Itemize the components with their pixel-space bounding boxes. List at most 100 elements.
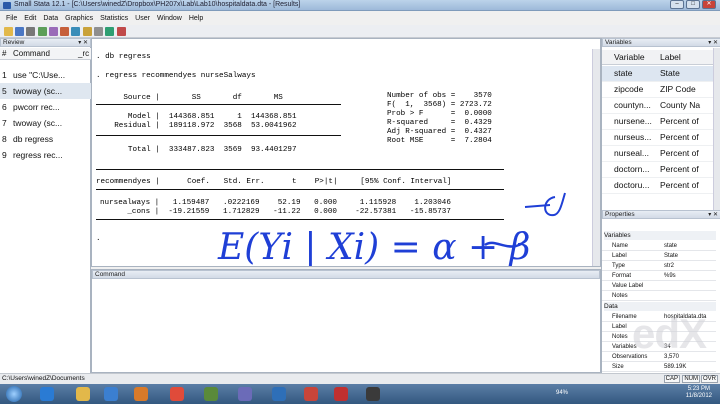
toolbar [0, 25, 720, 38]
model-stat: Root MSE = 7.2804 [387, 137, 492, 145]
firefox-icon[interactable] [134, 387, 148, 401]
pdf-icon[interactable] [334, 387, 348, 401]
review-item[interactable]: 9 regress rec... [0, 147, 91, 163]
app-icon[interactable] [204, 387, 218, 401]
powerpoint-icon[interactable] [304, 387, 318, 401]
title-bar: Small Stata 12.1 - [C:\Users\winedZ\Drop… [0, 0, 720, 11]
property-row: Size 589.19K [602, 362, 716, 372]
anova-row: Total | 333487.823 3569 93.4401297 [96, 146, 297, 154]
save-icon[interactable] [15, 27, 24, 36]
property-row: Name state [602, 241, 716, 251]
model-stat: F( 1, 3568) = 2723.72 [387, 101, 492, 109]
maximize-button[interactable]: □ [686, 0, 700, 9]
property-row: Value Label [602, 281, 716, 291]
stata-app-icon [3, 2, 11, 9]
variable-row[interactable]: countyn... County Na [602, 98, 714, 114]
anova-row: Model | 144368.851 1 144368.851 [96, 113, 297, 121]
variable-row[interactable]: nurseal... Percent of [602, 146, 714, 162]
results-line: . db regress [96, 53, 151, 61]
working-directory: C:\Users\winedZ\Documents [2, 375, 85, 382]
chrome-icon[interactable] [170, 387, 184, 401]
viewer-icon[interactable] [49, 27, 58, 36]
minimize-button[interactable]: – [670, 0, 684, 9]
num-indicator: NUM [682, 375, 700, 383]
ovr-indicator: OVR [700, 375, 718, 383]
table-rule [96, 135, 341, 136]
review-item[interactable]: 8 db regress [0, 131, 91, 147]
model-stat: Number of obs = 3570 [387, 92, 492, 100]
table-rule [96, 169, 504, 170]
variable-row[interactable]: nursene... Percent of [602, 114, 714, 130]
file-explorer-icon[interactable] [76, 387, 90, 401]
variable-row[interactable]: doctorn... Percent of [602, 162, 714, 178]
graph-icon[interactable] [60, 27, 69, 36]
break-icon[interactable] [117, 27, 126, 36]
anova-header: Source | SS df MS [96, 94, 283, 102]
command-panel: Command [91, 269, 601, 373]
table-rule [96, 104, 341, 105]
coef-header: recommendyes | Coef. Std. Err. t P>|t| [… [96, 178, 452, 186]
pin-icon[interactable]: ▾ ✕ [78, 39, 88, 47]
open-icon[interactable] [4, 27, 13, 36]
variable-row[interactable]: doctoru... Percent of [602, 178, 714, 194]
review-panel: Review ▾ ✕ # Command _rc 1 use "C:\Use...… [0, 38, 91, 373]
variables-manager-icon[interactable] [105, 27, 114, 36]
model-stat: R-squared = 0.4329 [387, 119, 492, 127]
handwritten-equation: E(Yi | Xi) = α + β [217, 192, 566, 266]
command-input[interactable] [94, 282, 598, 370]
variables-scrollbar[interactable] [713, 48, 720, 210]
status-bar: C:\Users\winedZ\Documents CAP NUM OVR [0, 373, 720, 384]
anova-row: Residual | 189118.972 3568 53.0041962 [96, 122, 297, 130]
stata-taskbar-icon[interactable] [272, 387, 286, 401]
menu-user[interactable]: User [135, 15, 150, 22]
pin-icon[interactable]: ▾ ✕ [708, 211, 718, 219]
model-stat: Adj R-squared = 0.4327 [387, 128, 492, 136]
do-file-editor-icon[interactable] [71, 27, 80, 36]
system-clock[interactable]: 5:23 PM 11/8/2012 [686, 386, 712, 400]
data-browser-icon[interactable] [94, 27, 103, 36]
pin-icon[interactable]: ▾ ✕ [708, 39, 718, 47]
variables-panel: Variables ▾ ✕ Variable Label state State … [601, 38, 720, 210]
variable-row[interactable]: nurseus... Percent of [602, 130, 714, 146]
results-scrollbar[interactable] [592, 49, 600, 266]
windows-taskbar: 94% 5:23 PM 11/8/2012 [0, 384, 720, 404]
review-item[interactable]: 5 twoway (sc... [0, 83, 91, 99]
menu-statistics[interactable]: Statistics [100, 15, 128, 22]
model-stat: Prob > F = 0.0000 [387, 110, 492, 118]
cap-indicator: CAP [663, 375, 680, 383]
results-prompt: . [96, 235, 101, 243]
variable-row[interactable]: state State [602, 66, 714, 82]
menu-bar: File Edit Data Graphics Statistics User … [0, 12, 720, 25]
review-header: Review ▾ ✕ [0, 38, 91, 47]
variable-row[interactable]: zipcode ZIP Code [602, 82, 714, 98]
edx-watermark: edX [631, 310, 707, 357]
command-header: Command [92, 270, 600, 279]
menu-window[interactable]: Window [157, 15, 182, 22]
close-button[interactable]: ✕ [702, 0, 716, 9]
review-item[interactable]: 6 pwcorr rec... [0, 99, 91, 115]
review-item[interactable]: 1 use "C:\Use... [0, 67, 91, 83]
data-editor-icon[interactable] [83, 27, 92, 36]
menu-help[interactable]: Help [189, 15, 203, 22]
print-icon[interactable] [26, 27, 35, 36]
menu-graphics[interactable]: Graphics [65, 15, 93, 22]
word-icon[interactable] [104, 387, 118, 401]
internet-explorer-icon[interactable] [40, 387, 54, 401]
log-icon[interactable] [38, 27, 47, 36]
start-button-icon[interactable] [6, 386, 22, 402]
battery-indicator[interactable]: 94% [556, 390, 568, 396]
results-window: . db regress . regress recommendyes nurs… [91, 38, 601, 267]
menu-edit[interactable]: Edit [24, 15, 36, 22]
review-item[interactable]: 7 twoway (sc... [0, 115, 91, 131]
variables-columns: Variable Label [602, 50, 714, 65]
app-icon[interactable] [366, 387, 380, 401]
property-row: Label State [602, 251, 716, 261]
app-icon[interactable] [238, 387, 252, 401]
properties-variables-section[interactable]: Variables [604, 231, 716, 240]
property-row: Format %9s [602, 271, 716, 281]
property-row: Notes [602, 291, 716, 301]
menu-file[interactable]: File [6, 15, 17, 22]
property-row: Type str2 [602, 261, 716, 271]
review-columns: # Command _rc [0, 48, 91, 60]
menu-data[interactable]: Data [43, 15, 58, 22]
